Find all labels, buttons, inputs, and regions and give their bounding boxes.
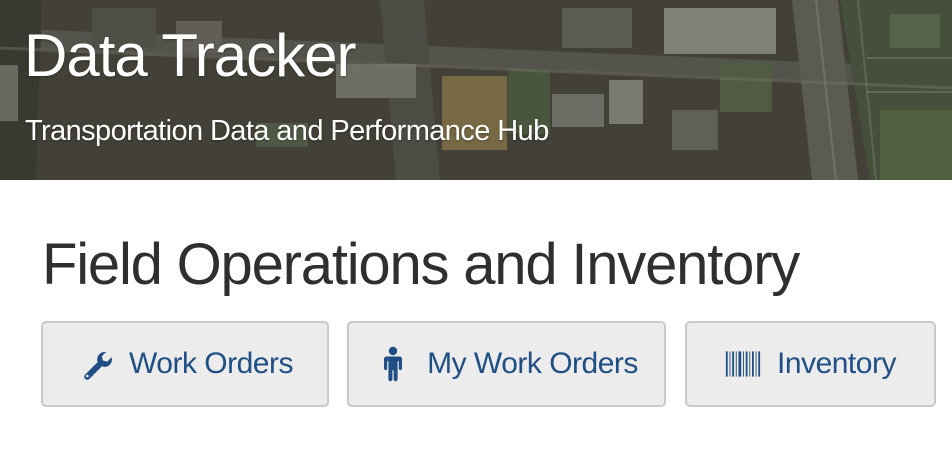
site-title: Data Tracker: [24, 22, 356, 89]
work-orders-button[interactable]: Work Orders: [41, 321, 329, 407]
barcode-icon: [725, 346, 761, 382]
work-orders-label: Work Orders: [129, 347, 293, 380]
hero-banner: Data Tracker Transportation Data and Per…: [0, 0, 952, 180]
inventory-button[interactable]: Inventory: [685, 321, 936, 407]
section-title: Field Operations and Inventory: [42, 232, 800, 297]
person-icon: [375, 346, 411, 382]
wrench-icon: [77, 346, 113, 382]
inventory-label: Inventory: [777, 347, 896, 380]
site-subtitle: Transportation Data and Performance Hub: [25, 115, 549, 147]
my-work-orders-label: My Work Orders: [427, 347, 638, 380]
my-work-orders-button[interactable]: My Work Orders: [347, 321, 666, 407]
